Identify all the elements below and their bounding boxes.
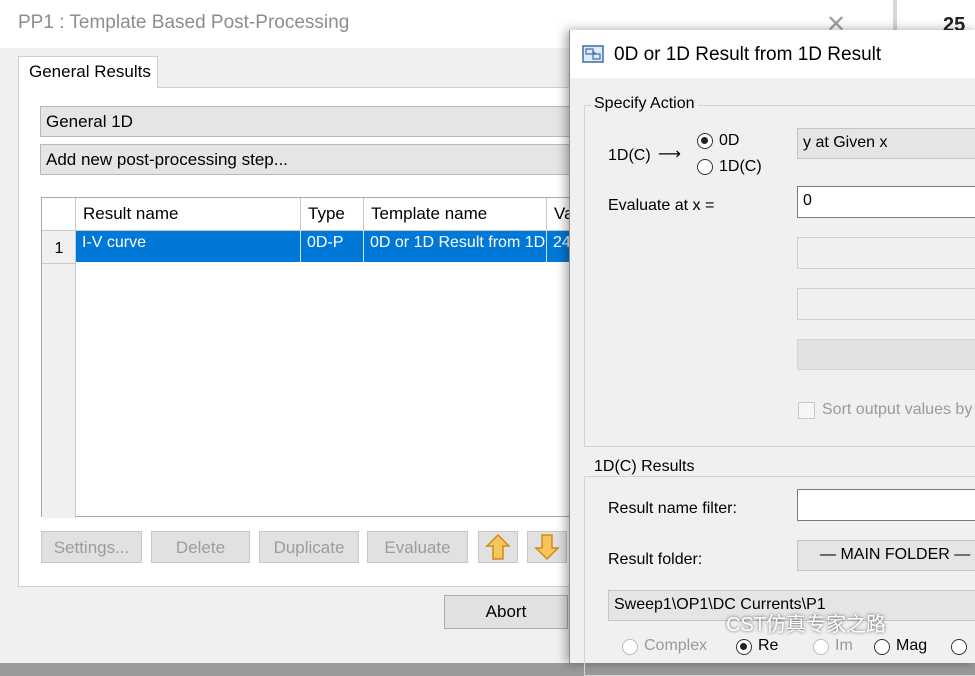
- watermark-text: CST仿真专家之路: [726, 614, 886, 636]
- radio-phase[interactable]: [951, 639, 967, 655]
- results-group-label: 1D(C) Results: [591, 458, 698, 476]
- arrow-up-icon: [485, 533, 511, 560]
- radio-mag-label: Mag: [896, 637, 928, 654]
- sort-output-label: Sort output values by: [822, 401, 973, 418]
- results-grid: Result name Type Template name Va 1 I-V …: [41, 197, 602, 518]
- column-header-template-name[interactable]: Template name: [364, 198, 547, 231]
- disabled-button[interactable]: [797, 339, 975, 370]
- duplicate-button[interactable]: Duplicate: [259, 531, 359, 563]
- main-window-title: PP1 : Template Based Post-Processing: [18, 12, 350, 33]
- sort-output-checkbox[interactable]: [798, 402, 815, 419]
- add-step-combo[interactable]: Add new post-processing step...: [40, 144, 600, 175]
- tab-general-results[interactable]: General Results: [18, 56, 158, 88]
- evaluate-x-input[interactable]: 0: [797, 186, 975, 218]
- input-type-label: 1D(C): [608, 147, 651, 164]
- result-filter-label: Result name filter:: [608, 500, 737, 517]
- radio-re-label: Re: [758, 637, 779, 654]
- disabled-field-1[interactable]: [797, 237, 975, 269]
- dialog-title: 0D or 1D Result from 1D Result: [614, 44, 882, 65]
- arrow-down-icon: [534, 534, 560, 561]
- cell-template-name[interactable]: 0D or 1D Result from 1D: [364, 231, 547, 262]
- arrow-right-icon: ⟶: [658, 146, 681, 163]
- disabled-field-2[interactable]: [797, 288, 975, 320]
- evaluate-at-label: Evaluate at x =: [608, 197, 715, 214]
- settings-button[interactable]: Settings...: [41, 531, 142, 563]
- radio-0d-label: 0D: [719, 132, 740, 149]
- cell-type[interactable]: 0D-P: [301, 231, 364, 262]
- radio-1dc-label: 1D(C): [719, 158, 762, 175]
- radio-complex-label: Complex: [644, 637, 708, 654]
- move-up-button[interactable]: [478, 531, 518, 563]
- radio-complex[interactable]: [622, 639, 638, 655]
- radio-1dc[interactable]: [697, 159, 713, 175]
- column-header-type[interactable]: Type: [301, 198, 364, 231]
- result-type-combo[interactable]: General 1D: [40, 106, 600, 137]
- grid-corner: [42, 198, 76, 231]
- action-select[interactable]: y at Given x: [797, 128, 975, 159]
- dialog-titlebar: 0D or 1D Result from 1D Result: [570, 30, 975, 78]
- result-filter-input[interactable]: [797, 489, 975, 521]
- specify-action-label: Specify Action: [591, 95, 698, 113]
- radio-im-label: Im: [835, 637, 853, 654]
- result-folder-select[interactable]: — MAIN FOLDER —: [797, 540, 975, 571]
- delete-button[interactable]: Delete: [151, 531, 250, 563]
- row-number[interactable]: 1: [42, 231, 76, 264]
- evaluate-button[interactable]: Evaluate: [367, 531, 468, 563]
- row-header-column: [42, 231, 76, 518]
- abort-button[interactable]: Abort: [444, 595, 568, 629]
- radio-0d[interactable]: [697, 133, 713, 149]
- move-down-button[interactable]: [527, 531, 567, 563]
- cell-result-name[interactable]: I-V curve: [76, 231, 301, 262]
- radio-mag[interactable]: [874, 639, 890, 655]
- column-header-result-name[interactable]: Result name: [76, 198, 301, 231]
- radio-re[interactable]: [736, 639, 752, 655]
- radio-im[interactable]: [813, 639, 829, 655]
- result-folder-label: Result folder:: [608, 551, 703, 568]
- result-dialog: 0D or 1D Result from 1D Result Specify A…: [569, 30, 975, 676]
- dialog-app-icon: [582, 45, 604, 63]
